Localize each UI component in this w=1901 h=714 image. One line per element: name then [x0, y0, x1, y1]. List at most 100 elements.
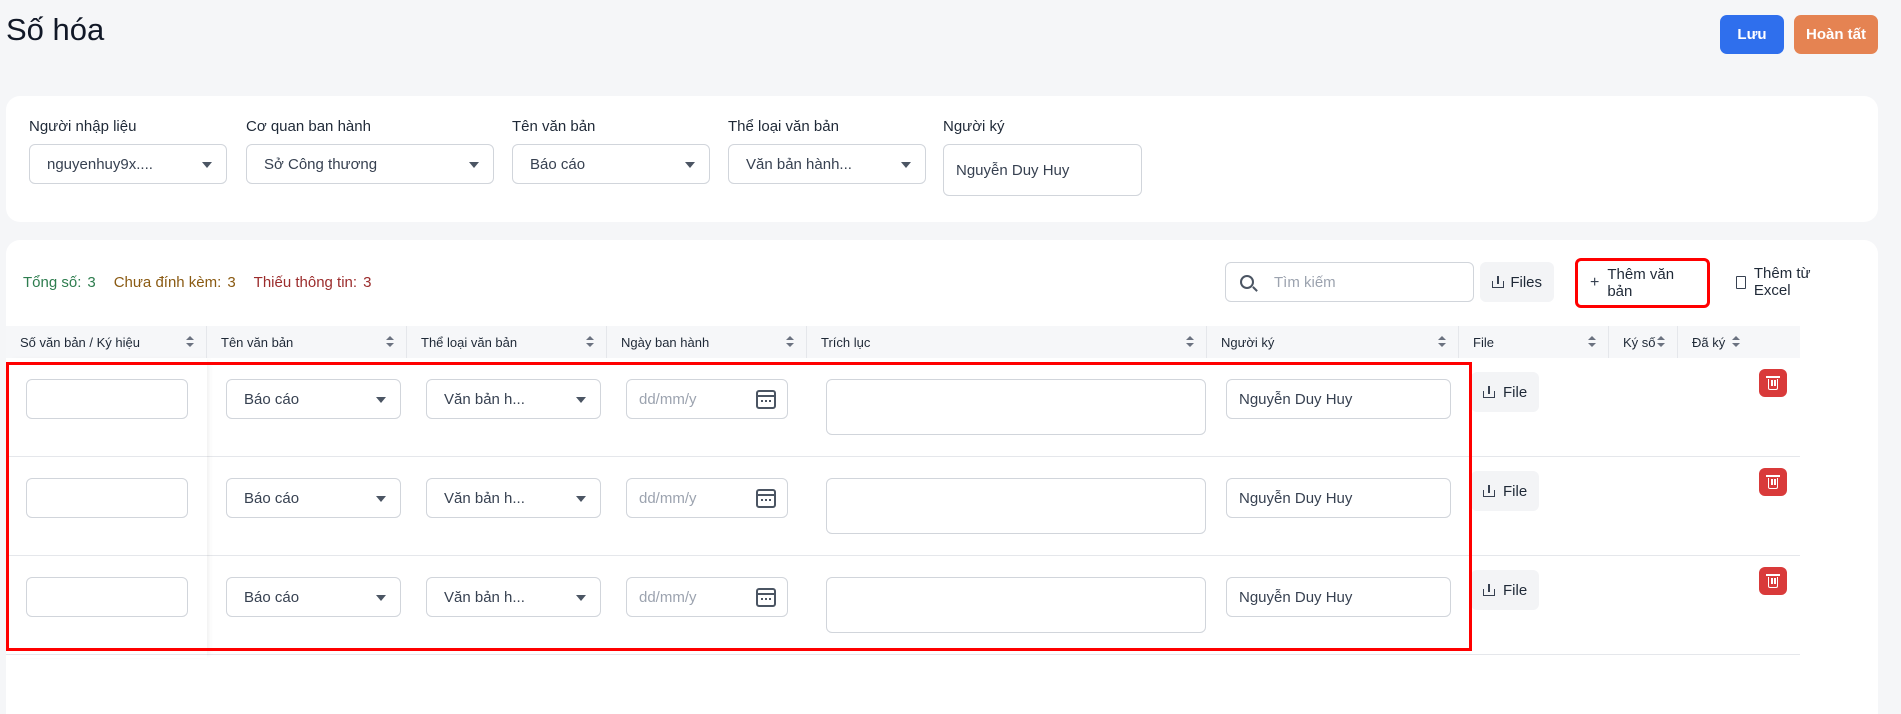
- calendar-icon[interactable]: [756, 390, 776, 409]
- sort-icon: [186, 336, 194, 348]
- document-number-input[interactable]: [26, 577, 188, 617]
- calendar-icon[interactable]: [756, 489, 776, 508]
- date-placeholder: dd/mm/y: [639, 390, 697, 408]
- col-header-name[interactable]: Tên văn bản: [207, 326, 407, 358]
- document-type-value: Văn bản h...: [444, 390, 525, 408]
- page-title: Số hóa: [6, 12, 105, 47]
- search-placeholder: Tìm kiếm: [1274, 273, 1336, 291]
- document-type-select[interactable]: Văn bản h...: [426, 478, 601, 518]
- issue-date-input[interactable]: dd/mm/y: [626, 379, 788, 419]
- excerpt-textarea[interactable]: [826, 379, 1206, 435]
- chevron-down-icon: [901, 162, 911, 168]
- entry-user-filter: Người nhập liệu nguyenhuy9x....: [29, 118, 227, 184]
- complete-button[interactable]: Hoàn tất: [1794, 15, 1878, 54]
- sort-icon: [1657, 336, 1665, 348]
- document-name-select[interactable]: Báo cáo: [226, 478, 401, 518]
- chevron-down-icon: [376, 595, 386, 601]
- trash-icon: [1766, 475, 1780, 489]
- stats-summary: Tổng số: 3 Chưa đính kèm: 3 Thiếu thông ti…: [23, 274, 371, 291]
- delete-row-button[interactable]: [1759, 369, 1787, 397]
- document-name-select[interactable]: Báo cáo: [226, 577, 401, 617]
- doc-type-value: Văn bản hành...: [746, 155, 852, 173]
- chevron-down-icon: [469, 162, 479, 168]
- chevron-down-icon: [376, 496, 386, 502]
- signer-input[interactable]: Nguyễn Duy Huy: [1226, 577, 1451, 617]
- trash-icon: [1766, 574, 1780, 588]
- document-number-input[interactable]: [26, 478, 188, 518]
- sort-icon: [786, 336, 794, 348]
- excerpt-textarea[interactable]: [826, 577, 1206, 633]
- table-header: Số văn bản / Ký hiệu Tên văn bản Thể loạ…: [6, 326, 1800, 358]
- col-header-file[interactable]: File: [1459, 326, 1609, 358]
- table-row: Báo cáo Văn bản h... dd/mm/y Nguyễn Duy …: [6, 457, 1800, 556]
- col-header-date[interactable]: Ngày ban hành: [607, 326, 807, 358]
- stat-total: Tổng số: 3: [23, 274, 96, 291]
- entry-user-select[interactable]: nguyenhuy9x....: [29, 144, 227, 184]
- issue-date-input[interactable]: dd/mm/y: [626, 577, 788, 617]
- doc-type-select[interactable]: Văn bản hành...: [728, 144, 926, 184]
- document-name-select[interactable]: Báo cáo: [226, 379, 401, 419]
- issuing-agency-filter: Cơ quan ban hành Sở Công thương: [246, 118, 494, 184]
- issuing-agency-select[interactable]: Sở Công thương: [246, 144, 494, 184]
- doc-name-filter: Tên văn bản Báo cáo: [512, 118, 710, 184]
- document-type-select[interactable]: Văn bản h...: [426, 577, 601, 617]
- chevron-down-icon: [576, 595, 586, 601]
- document-table-card: Tổng số: 3 Chưa đính kèm: 3 Thiếu thông ti…: [6, 240, 1878, 714]
- save-button[interactable]: Lưu: [1720, 15, 1784, 54]
- attach-file-label: File: [1503, 482, 1528, 500]
- sort-icon: [1186, 336, 1194, 348]
- signer-input[interactable]: Nguyễn Duy Huy: [1226, 379, 1451, 419]
- document-name-value: Báo cáo: [244, 588, 300, 606]
- attach-file-label: File: [1503, 383, 1528, 401]
- delete-row-button[interactable]: [1759, 567, 1787, 595]
- import-excel-button[interactable]: Thêm từ Excel: [1724, 262, 1862, 302]
- attach-file-button[interactable]: File: [1471, 372, 1540, 412]
- doc-name-select[interactable]: Báo cáo: [512, 144, 710, 184]
- col-header-digital-sign[interactable]: Ký số: [1609, 326, 1678, 358]
- document-type-value: Văn bản h...: [444, 489, 525, 507]
- attach-file-button[interactable]: File: [1471, 570, 1540, 610]
- sort-icon: [1438, 336, 1446, 348]
- excerpt-textarea[interactable]: [826, 478, 1206, 534]
- col-header-excerpt[interactable]: Trích lục: [807, 326, 1207, 358]
- document-number-input[interactable]: [26, 379, 188, 419]
- delete-row-button[interactable]: [1759, 468, 1787, 496]
- doc-name-value: Báo cáo: [530, 155, 586, 173]
- add-document-button[interactable]: + Thêm văn bản: [1575, 258, 1710, 308]
- col-header-signed[interactable]: Đã ký: [1678, 326, 1800, 358]
- signer-field[interactable]: Nguyễn Duy Huy: [943, 144, 1142, 196]
- chevron-down-icon: [685, 162, 695, 168]
- filter-card: Người nhập liệu nguyenhuy9x.... Cơ quan …: [6, 96, 1878, 222]
- search-input[interactable]: Tìm kiếm: [1225, 262, 1474, 302]
- stat-missing-info: Thiếu thông tin: 3: [253, 274, 372, 291]
- attach-file-button[interactable]: File: [1471, 471, 1540, 511]
- col-header-type[interactable]: Thể loại văn bản: [407, 326, 607, 358]
- table-row: Báo cáo Văn bản h... dd/mm/y Nguyễn Duy …: [6, 358, 1800, 457]
- trash-icon: [1766, 376, 1780, 390]
- date-placeholder: dd/mm/y: [639, 588, 697, 606]
- stat-unattached: Chưa đính kèm: 3: [113, 274, 236, 291]
- doc-name-label: Tên văn bản: [512, 118, 596, 135]
- chevron-down-icon: [576, 496, 586, 502]
- sort-icon: [386, 336, 394, 348]
- upload-icon: [1492, 276, 1505, 288]
- signer-input[interactable]: Nguyễn Duy Huy: [1226, 478, 1451, 518]
- file-icon: [1736, 275, 1746, 289]
- document-type-value: Văn bản h...: [444, 588, 525, 606]
- upload-files-button[interactable]: Files: [1480, 262, 1554, 302]
- signer-label: Người ký: [943, 118, 1005, 135]
- document-type-select[interactable]: Văn bản h...: [426, 379, 601, 419]
- search-icon: [1240, 275, 1254, 289]
- chevron-down-icon: [376, 397, 386, 403]
- doc-type-filter: Thể loại văn bản Văn bản hành...: [728, 118, 926, 184]
- calendar-icon[interactable]: [756, 588, 776, 607]
- sort-icon: [1588, 336, 1596, 348]
- table-row: Báo cáo Văn bản h... dd/mm/y Nguyễn Duy …: [6, 556, 1800, 655]
- issuing-agency-label: Cơ quan ban hành: [246, 118, 371, 135]
- entry-user-label: Người nhập liệu: [29, 118, 137, 135]
- col-header-signer[interactable]: Người ký: [1207, 326, 1459, 358]
- issuing-agency-value: Sở Công thương: [264, 155, 378, 173]
- issue-date-input[interactable]: dd/mm/y: [626, 478, 788, 518]
- sort-icon: [1732, 336, 1740, 348]
- col-header-number[interactable]: Số văn bản / Ký hiệu: [6, 326, 207, 358]
